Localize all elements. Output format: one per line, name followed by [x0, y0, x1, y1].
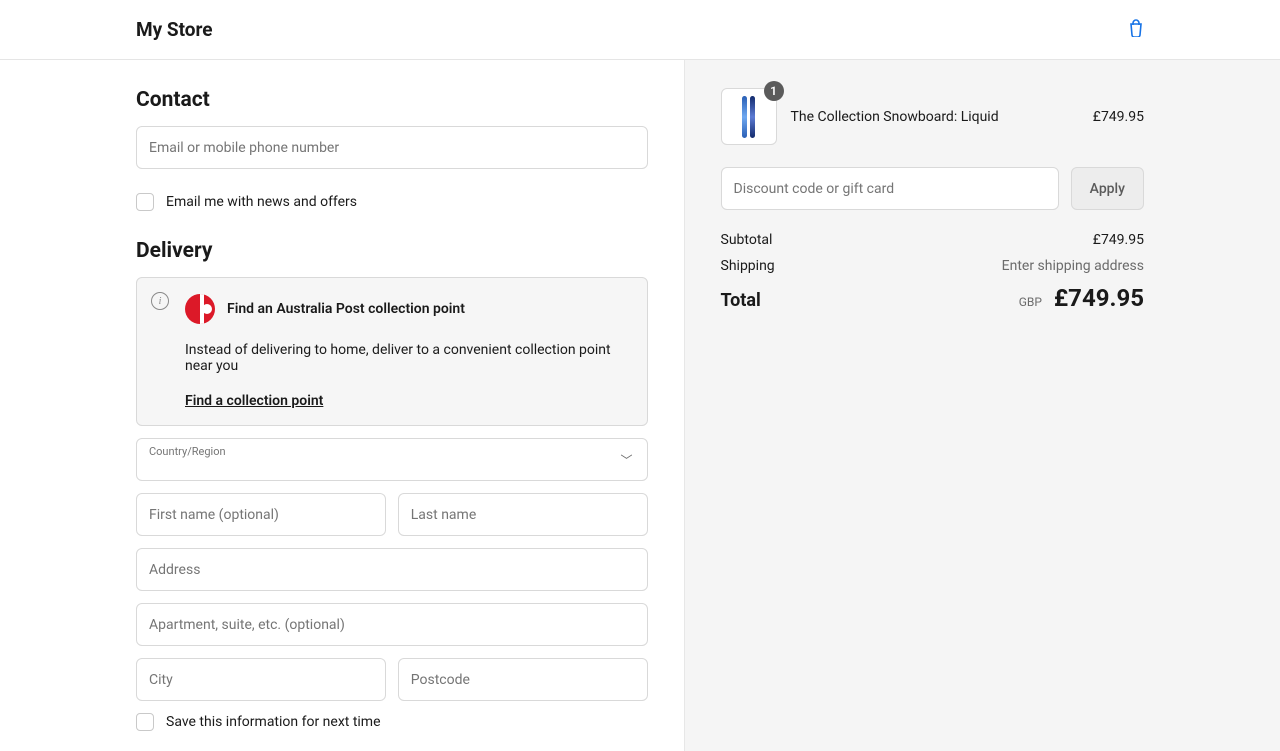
info-icon: i — [151, 292, 169, 310]
total-value: £749.95 — [1054, 284, 1144, 312]
notice-body: Instead of delivering to home, deliver t… — [185, 342, 629, 374]
country-select[interactable]: Country/Region ﹀ — [136, 438, 648, 481]
notice-title: Find an Australia Post collection point — [227, 301, 465, 317]
shipping-label: Shipping — [721, 258, 775, 274]
save-info-label: Save this information for next time — [166, 714, 381, 730]
news-label: Email me with news and offers — [166, 194, 357, 210]
country-label: Country/Region — [149, 445, 635, 458]
news-checkbox[interactable] — [136, 193, 154, 211]
address-field[interactable] — [136, 548, 648, 591]
cart-icon[interactable] — [1128, 19, 1144, 41]
store-name[interactable]: My Store — [136, 18, 213, 41]
product-name: The Collection Snowboard: Liquid — [791, 109, 1079, 125]
auspost-logo-icon — [185, 294, 215, 324]
total-label: Total — [721, 290, 761, 311]
postcode-field[interactable] — [398, 658, 648, 701]
shipping-value: Enter shipping address — [1002, 258, 1144, 274]
header: My Store — [0, 0, 1280, 60]
discount-code-field[interactable] — [721, 167, 1059, 210]
cart-item: 1 The Collection Snowboard: Liquid £749.… — [721, 88, 1144, 145]
find-collection-link[interactable]: Find a collection point — [185, 393, 323, 409]
city-field[interactable] — [136, 658, 386, 701]
first-name-field[interactable] — [136, 493, 386, 536]
apartment-field[interactable] — [136, 603, 648, 646]
total-currency: GBP — [1019, 295, 1042, 309]
chevron-down-icon: ﹀ — [621, 451, 633, 468]
contact-heading: Contact — [136, 88, 648, 112]
checkout-form: Contact Email me with news and offers De… — [0, 60, 684, 751]
apply-button[interactable]: Apply — [1071, 167, 1144, 210]
last-name-field[interactable] — [398, 493, 648, 536]
save-info-checkbox[interactable] — [136, 713, 154, 731]
collection-point-notice: i Find an Australia Post collection poin… — [136, 277, 648, 426]
subtotal-value: £749.95 — [1093, 232, 1144, 248]
product-thumbnail: 1 — [721, 88, 777, 145]
subtotal-label: Subtotal — [721, 232, 773, 248]
delivery-heading: Delivery — [136, 239, 648, 263]
order-summary: 1 The Collection Snowboard: Liquid £749.… — [684, 60, 1280, 751]
quantity-badge: 1 — [764, 81, 784, 101]
email-field[interactable] — [136, 126, 648, 169]
product-price: £749.95 — [1093, 109, 1144, 125]
